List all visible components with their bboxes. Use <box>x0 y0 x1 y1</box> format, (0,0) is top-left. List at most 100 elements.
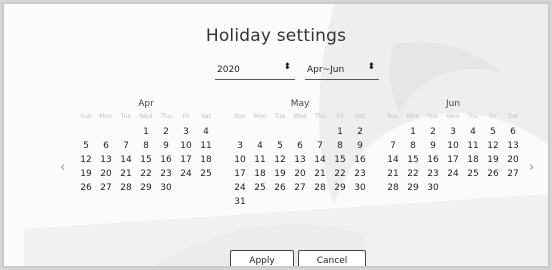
calendar-day[interactable]: 15 <box>330 153 350 167</box>
calendar-day[interactable]: 18 <box>250 167 270 181</box>
calendar-day[interactable]: 24 <box>443 167 463 181</box>
calendar-day[interactable]: 22 <box>136 167 156 181</box>
calendar-day[interactable]: 27 <box>503 167 523 181</box>
calendar-day[interactable]: 25 <box>463 167 483 181</box>
calendar-day[interactable]: 10 <box>230 153 250 167</box>
calendar-day[interactable]: 7 <box>383 139 403 153</box>
calendar-day[interactable]: 20 <box>96 167 116 181</box>
calendar-day[interactable]: 19 <box>483 153 503 167</box>
calendar-day[interactable]: 17 <box>230 167 250 181</box>
next-period-button[interactable]: › <box>529 160 534 175</box>
calendar-day[interactable]: 4 <box>196 125 216 139</box>
calendar-day[interactable]: 10 <box>443 139 463 153</box>
calendar-day[interactable]: 29 <box>330 181 350 195</box>
calendar-day[interactable]: 20 <box>290 167 310 181</box>
calendar-day[interactable]: 26 <box>76 181 96 195</box>
calendar-day[interactable]: 8 <box>136 139 156 153</box>
calendar-day[interactable]: 28 <box>116 181 136 195</box>
calendar-day[interactable]: 30 <box>156 181 176 195</box>
calendar-day[interactable]: 5 <box>76 139 96 153</box>
calendar-day[interactable]: 2 <box>156 125 176 139</box>
cancel-button[interactable]: Cancel <box>298 250 366 266</box>
calendar-day[interactable]: 17 <box>443 153 463 167</box>
calendar-day[interactable]: 21 <box>383 167 403 181</box>
calendar-day[interactable]: 26 <box>270 181 290 195</box>
calendar-day[interactable]: 29 <box>136 181 156 195</box>
calendar-day[interactable]: 31 <box>230 195 250 209</box>
calendar-day[interactable]: 15 <box>403 153 423 167</box>
weekday-label: Sun <box>80 113 92 120</box>
calendar-day[interactable]: 23 <box>423 167 443 181</box>
calendar-day[interactable]: 9 <box>423 139 443 153</box>
calendar-day[interactable]: 5 <box>270 139 290 153</box>
calendar-day[interactable]: 14 <box>116 153 136 167</box>
calendar-day[interactable]: 18 <box>196 153 216 167</box>
calendar-day[interactable]: 27 <box>96 181 116 195</box>
calendar-day[interactable]: 4 <box>463 125 483 139</box>
calendar-day[interactable]: 13 <box>96 153 116 167</box>
calendar-day[interactable]: 21 <box>310 167 330 181</box>
calendar-day[interactable]: 8 <box>403 139 423 153</box>
year-select-value: 2020 <box>217 65 240 75</box>
calendar-day[interactable]: 20 <box>503 153 523 167</box>
calendar-day[interactable]: 18 <box>463 153 483 167</box>
calendar-day[interactable]: 22 <box>330 167 350 181</box>
calendar-day[interactable]: 28 <box>310 181 330 195</box>
calendar-day[interactable]: 16 <box>423 153 443 167</box>
calendar-day[interactable]: 24 <box>230 181 250 195</box>
calendar-day[interactable]: 11 <box>196 139 216 153</box>
apply-button[interactable]: Apply <box>230 250 294 266</box>
calendar-day[interactable]: 14 <box>310 153 330 167</box>
year-select[interactable]: 2020 ⬍ <box>215 61 295 80</box>
calendar-day[interactable]: 6 <box>96 139 116 153</box>
calendar-day[interactable]: 27 <box>290 181 310 195</box>
prev-period-button[interactable]: ‹ <box>60 160 65 175</box>
calendar-day[interactable]: 1 <box>136 125 156 139</box>
calendar-day[interactable]: 9 <box>350 139 370 153</box>
calendar-day[interactable]: 2 <box>350 125 370 139</box>
calendar-day[interactable]: 13 <box>503 139 523 153</box>
calendar-day[interactable]: 3 <box>176 125 196 139</box>
calendar-day[interactable]: 26 <box>483 167 503 181</box>
period-select[interactable]: Apr~Jun ⬍ <box>305 61 379 80</box>
calendar-day[interactable]: 19 <box>76 167 96 181</box>
calendar-day[interactable]: 23 <box>156 167 176 181</box>
calendar-day[interactable]: 30 <box>423 181 443 195</box>
calendar-day[interactable]: 13 <box>290 153 310 167</box>
calendar-day[interactable]: 6 <box>290 139 310 153</box>
calendar-day[interactable]: 24 <box>176 167 196 181</box>
calendar-day[interactable]: 9 <box>156 139 176 153</box>
calendar-day[interactable]: 14 <box>383 153 403 167</box>
calendar-day[interactable]: 8 <box>330 139 350 153</box>
calendar-day[interactable]: 6 <box>503 125 523 139</box>
calendar-day[interactable]: 7 <box>310 139 330 153</box>
calendar-day[interactable]: 25 <box>196 167 216 181</box>
calendar-day[interactable]: 25 <box>250 181 270 195</box>
calendar-day[interactable]: 19 <box>270 167 290 181</box>
weekday-label: Sat <box>201 113 211 120</box>
calendar-day[interactable]: 12 <box>76 153 96 167</box>
calendar-day[interactable]: 1 <box>330 125 350 139</box>
calendar-day[interactable]: 22 <box>403 167 423 181</box>
calendar-day[interactable]: 4 <box>250 139 270 153</box>
calendar-day[interactable]: 21 <box>116 167 136 181</box>
calendar-day[interactable]: 29 <box>403 181 423 195</box>
calendar-day[interactable]: 1 <box>403 125 423 139</box>
calendar-day[interactable]: 15 <box>136 153 156 167</box>
calendar-day[interactable]: 11 <box>463 139 483 153</box>
calendar-day[interactable]: 30 <box>350 181 370 195</box>
calendar-day[interactable]: 11 <box>250 153 270 167</box>
calendar-day[interactable]: 10 <box>176 139 196 153</box>
calendar-day[interactable]: 16 <box>350 153 370 167</box>
calendar-day[interactable]: 17 <box>176 153 196 167</box>
calendar-day[interactable]: 28 <box>383 181 403 195</box>
calendar-day[interactable]: 2 <box>423 125 443 139</box>
calendar-day[interactable]: 7 <box>116 139 136 153</box>
calendar-day[interactable]: 5 <box>483 125 503 139</box>
calendar-day[interactable]: 23 <box>350 167 370 181</box>
calendar-day[interactable]: 12 <box>483 139 503 153</box>
calendar-day[interactable]: 3 <box>443 125 463 139</box>
calendar-day[interactable]: 3 <box>230 139 250 153</box>
calendar-day[interactable]: 12 <box>270 153 290 167</box>
calendar-day[interactable]: 16 <box>156 153 176 167</box>
